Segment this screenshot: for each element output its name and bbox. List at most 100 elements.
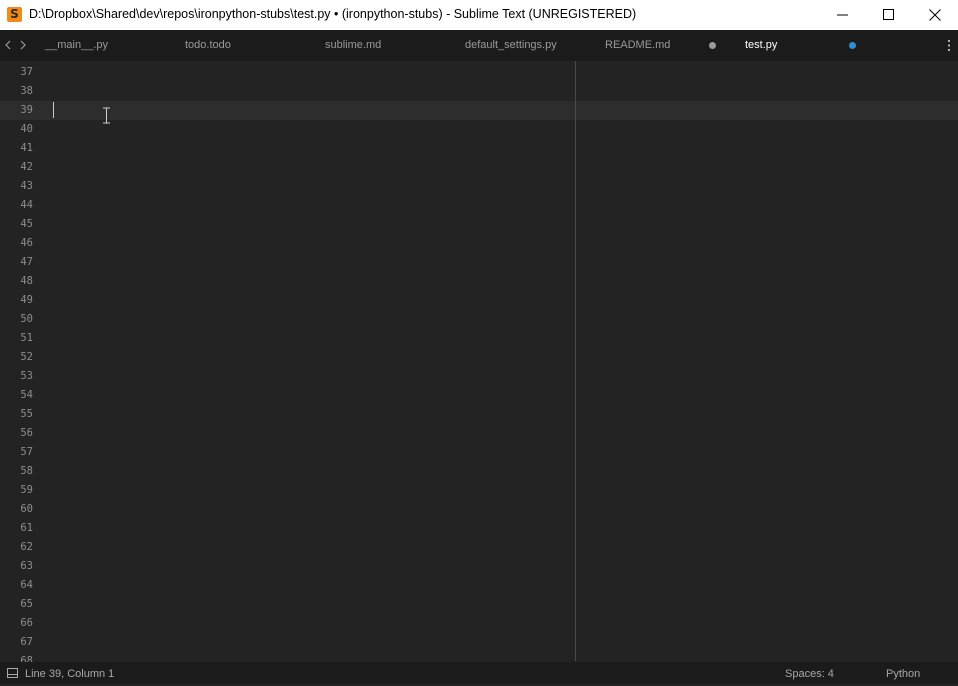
line-number: 63 xyxy=(20,560,33,572)
line-number: 55 xyxy=(20,408,33,420)
editor-line[interactable]: 45 xyxy=(0,215,958,234)
editor-line[interactable]: 61 xyxy=(0,519,958,538)
editor-line[interactable]: 60 xyxy=(0,500,958,519)
editor-line[interactable]: 50 xyxy=(0,310,958,329)
line-number: 47 xyxy=(20,256,33,268)
tab-sublime-md[interactable]: sublime.md xyxy=(325,30,381,61)
line-number: 39 xyxy=(20,104,33,116)
tab-default-settings-py[interactable]: default_settings.py xyxy=(465,30,557,61)
current-line[interactable]: 39 xyxy=(0,101,958,120)
editor-line[interactable]: 47 xyxy=(0,253,958,272)
editor-line[interactable]: 62 xyxy=(0,538,958,557)
minimize-button[interactable] xyxy=(820,0,866,30)
editor-line[interactable]: 49 xyxy=(0,291,958,310)
line-number: 42 xyxy=(20,161,33,173)
line-number: 40 xyxy=(20,123,33,135)
line-number: 66 xyxy=(20,617,33,629)
editor-line[interactable]: 67 xyxy=(0,633,958,652)
line-number: 64 xyxy=(20,579,33,591)
line-number: 61 xyxy=(20,522,33,534)
maximize-icon xyxy=(883,9,894,20)
chevron-right-icon[interactable] xyxy=(17,39,29,51)
line-number: 60 xyxy=(20,503,33,515)
line-number: 43 xyxy=(20,180,33,192)
editor-line[interactable]: 42 xyxy=(0,158,958,177)
tab-label: default_settings.py xyxy=(465,39,557,51)
editor-line[interactable]: 56 xyxy=(0,424,958,443)
dirty-indicator-readme[interactable] xyxy=(709,42,716,49)
tab-todo-todo[interactable]: todo.todo xyxy=(185,30,231,61)
ibeam-cursor-icon xyxy=(103,107,110,124)
window-title: D:\Dropbox\Shared\dev\repos\ironpython-s… xyxy=(29,7,637,21)
line-number: 56 xyxy=(20,427,33,439)
minimize-icon xyxy=(837,14,848,16)
editor-line[interactable]: 54 xyxy=(0,386,958,405)
editor-line[interactable]: 38 xyxy=(0,82,958,101)
indentation-setting[interactable]: Spaces: 4 xyxy=(785,662,834,686)
tab-readme-md[interactable]: README.md xyxy=(605,30,670,61)
tab-main-py[interactable]: __main__.py xyxy=(45,30,108,61)
line-number: 46 xyxy=(20,237,33,249)
editor-line[interactable]: 48 xyxy=(0,272,958,291)
chevron-left-icon[interactable] xyxy=(2,39,14,51)
line-number: 58 xyxy=(20,465,33,477)
editor-line[interactable]: 41 xyxy=(0,139,958,158)
panel-toggle-icon[interactable] xyxy=(7,668,18,678)
column-ruler xyxy=(575,61,576,661)
tab-label: __main__.py xyxy=(45,39,108,51)
tab-label: README.md xyxy=(605,39,671,51)
line-number: 59 xyxy=(20,484,33,496)
editor-line[interactable]: 64 xyxy=(0,576,958,595)
editor-line[interactable]: 43 xyxy=(0,177,958,196)
close-button[interactable] xyxy=(912,0,958,30)
title-bar: S D:\Dropbox\Shared\dev\repos\ironpython… xyxy=(0,0,958,30)
editor-line[interactable]: 44 xyxy=(0,196,958,215)
line-number: 41 xyxy=(20,142,33,154)
editor-line[interactable]: 52 xyxy=(0,348,958,367)
line-number: 67 xyxy=(20,636,33,648)
editor-line[interactable]: 53 xyxy=(0,367,958,386)
tab-label: sublime.md xyxy=(325,39,382,51)
tab-test-py[interactable]: test.py xyxy=(745,30,777,61)
editor-line[interactable]: 66 xyxy=(0,614,958,633)
tab-label: todo.todo xyxy=(185,39,231,51)
text-caret xyxy=(53,102,54,118)
line-number: 52 xyxy=(20,351,33,363)
editor-line[interactable]: 59 xyxy=(0,481,958,500)
line-number: 68 xyxy=(20,655,33,662)
line-number: 44 xyxy=(20,199,33,211)
tab-bar: __main__.py todo.todo sublime.md default… xyxy=(0,30,958,61)
cursor-position: Line 39, Column 1 xyxy=(25,668,115,680)
line-number: 50 xyxy=(20,313,33,325)
line-number: 65 xyxy=(20,598,33,610)
sublime-text-icon: S xyxy=(7,7,22,22)
syntax-selector[interactable]: Python xyxy=(886,662,920,686)
maximize-button[interactable] xyxy=(866,0,912,30)
dirty-indicator-test[interactable] xyxy=(849,42,856,49)
editor-line[interactable]: 37 xyxy=(0,63,958,82)
line-number: 51 xyxy=(20,332,33,344)
line-number: 62 xyxy=(20,541,33,553)
editor-line[interactable]: 57 xyxy=(0,443,958,462)
line-number: 48 xyxy=(20,275,33,287)
editor-line[interactable]: 58 xyxy=(0,462,958,481)
line-number: 38 xyxy=(20,85,33,97)
editor-line[interactable]: 65 xyxy=(0,595,958,614)
more-vertical-icon[interactable] xyxy=(947,39,951,52)
editor-line[interactable]: 63 xyxy=(0,557,958,576)
line-number: 45 xyxy=(20,218,33,230)
editor-area[interactable]: 68 67 66 65 64 63 62 61 60 59 58 57 56 55 54 53 52 51 50 49… xyxy=(0,61,958,662)
editor-line[interactable]: 51 xyxy=(0,329,958,348)
status-bar: Line 39, Column 1 Spaces: 4 Python xyxy=(0,662,958,684)
line-number: 57 xyxy=(20,446,33,458)
tab-label: test.py xyxy=(745,39,778,51)
line-number: 54 xyxy=(20,389,33,401)
editor-line[interactable]: 40 xyxy=(0,120,958,139)
line-number: 49 xyxy=(20,294,33,306)
line-number: 37 xyxy=(20,66,33,78)
editor-line[interactable]: 68 xyxy=(0,652,958,662)
editor-line[interactable]: 55 xyxy=(0,405,958,424)
line-number: 53 xyxy=(20,370,33,382)
close-icon xyxy=(929,9,941,21)
editor-line[interactable]: 46 xyxy=(0,234,958,253)
